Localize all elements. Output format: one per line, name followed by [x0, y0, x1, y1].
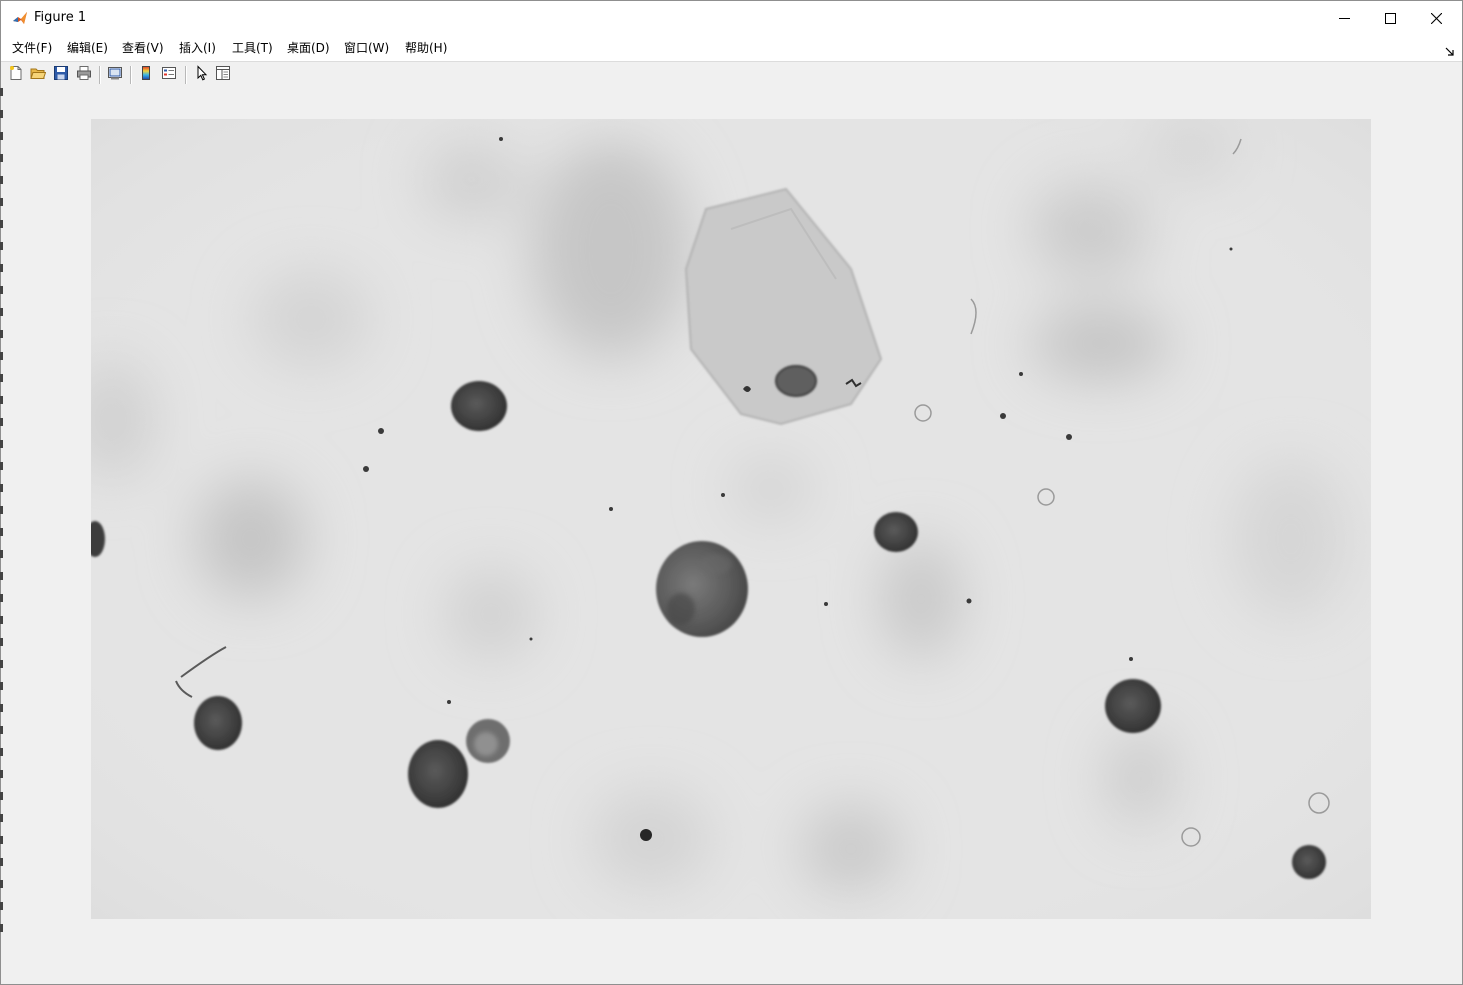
save-icon [53, 65, 69, 85]
print-button[interactable] [75, 66, 93, 84]
figure-window: Figure 1 文件(F) 编辑(E) 查看(V) 插入(I) 工具(T) 桌… [0, 0, 1463, 985]
edit-plot-icon [193, 65, 209, 85]
link-plot-icon [107, 65, 123, 85]
link-plot-button[interactable] [106, 66, 124, 84]
menu-view[interactable]: 查看(V) [122, 41, 164, 55]
insert-colorbar-button[interactable] [137, 66, 155, 84]
toolbar-separator [99, 66, 101, 84]
figure-toolbar [1, 61, 1462, 90]
open-file-button[interactable] [29, 66, 47, 84]
menu-bar: 文件(F) 编辑(E) 查看(V) 插入(I) 工具(T) 桌面(D) 窗口(W… [1, 35, 1462, 61]
maximize-icon [1384, 12, 1396, 24]
menu-edit[interactable]: 编辑(E) [67, 41, 108, 55]
new-figure-icon [8, 65, 24, 85]
window-title: Figure 1 [34, 10, 87, 25]
save-button[interactable] [52, 66, 70, 84]
edit-plot-button[interactable] [192, 65, 210, 85]
menu-insert[interactable]: 插入(I) [179, 41, 216, 55]
background-window-edge [0, 88, 4, 968]
toolbar-separator [130, 66, 132, 84]
close-icon [1430, 12, 1442, 24]
menu-help[interactable]: 帮助(H) [405, 41, 447, 55]
maximize-button[interactable] [1367, 1, 1413, 35]
insert-legend-icon [161, 65, 177, 85]
title-bar[interactable]: Figure 1 [1, 1, 1462, 35]
menu-window[interactable]: 窗口(W) [344, 41, 389, 55]
close-button[interactable] [1413, 1, 1459, 35]
menu-tools[interactable]: 工具(T) [232, 41, 273, 55]
minimize-button[interactable] [1321, 1, 1367, 35]
new-figure-button[interactable] [7, 66, 25, 84]
microscopy-image-svg [91, 119, 1371, 919]
property-inspector-icon [215, 65, 231, 85]
microscopy-image[interactable] [91, 119, 1371, 919]
large-oval-cell [656, 541, 748, 637]
minimize-icon [1338, 13, 1350, 24]
menu-file[interactable]: 文件(F) [12, 41, 52, 55]
open-file-icon [30, 65, 47, 85]
property-inspector-button[interactable] [214, 66, 232, 84]
matlab-icon [12, 10, 28, 26]
print-icon [76, 65, 92, 85]
insert-legend-button[interactable] [160, 66, 178, 84]
insert-colorbar-icon [138, 65, 154, 85]
menu-desktop[interactable]: 桌面(D) [287, 41, 330, 55]
dock-arrow-icon[interactable] [1445, 42, 1455, 56]
toolbar-separator [185, 66, 187, 84]
figure-canvas[interactable] [1, 89, 1462, 984]
